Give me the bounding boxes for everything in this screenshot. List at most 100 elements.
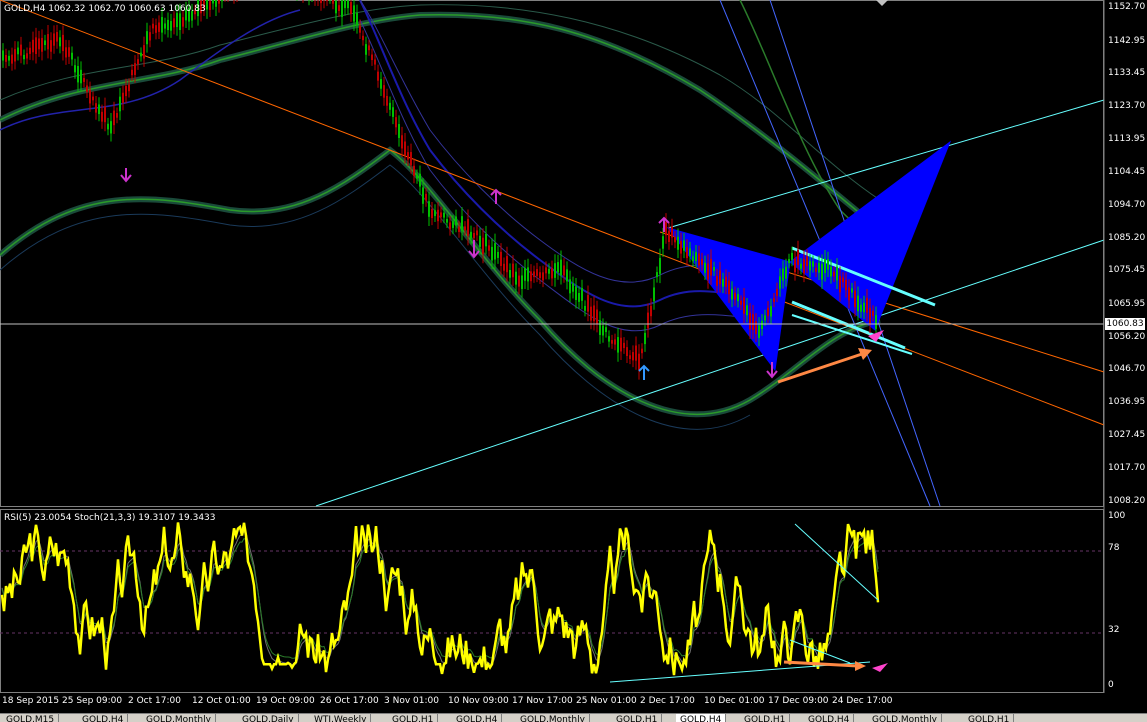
candle-body (71, 53, 73, 60)
candle-body (8, 56, 10, 61)
time-tick: 2 Dec 17:00 (640, 696, 695, 706)
candle-body (776, 289, 778, 296)
candle-body (125, 86, 127, 96)
candle-body (863, 303, 865, 312)
candle-body (410, 152, 412, 165)
price-tick: 1142.95 (1108, 36, 1145, 46)
candle-body (779, 276, 781, 288)
candle-body (722, 279, 724, 286)
candle-body (404, 142, 406, 156)
candle-body (11, 55, 13, 64)
wedge-line-lower[interactable] (792, 315, 912, 354)
candle-body (635, 346, 637, 361)
orange-trendline-1[interactable] (0, 0, 1104, 425)
candle-body (677, 237, 679, 250)
indicator-tick: 0 (1108, 680, 1114, 690)
candle-body (137, 59, 139, 64)
candle-body (353, 5, 355, 21)
candle-body (83, 78, 85, 82)
candle-body (452, 221, 454, 228)
candle-body (728, 281, 730, 295)
price-tick: 1008.20 (1108, 496, 1145, 506)
candle-body (641, 349, 643, 354)
candle-body (119, 97, 121, 112)
candle-body (587, 295, 589, 312)
candle-body (53, 33, 55, 45)
candle-body (443, 213, 445, 218)
candle-body (74, 65, 76, 72)
candle-body (530, 271, 532, 281)
price-tick: 1133.45 (1108, 68, 1145, 78)
candle-body (632, 352, 634, 360)
candle-body (104, 107, 106, 122)
candle-body (854, 291, 856, 308)
candle-body (692, 256, 694, 261)
candle-body (377, 72, 379, 81)
candle-body (797, 250, 799, 265)
candle-body (629, 355, 631, 359)
candle-body (521, 275, 523, 289)
candle-body (209, 1, 211, 10)
current-price-badge: 1060.83 (1105, 318, 1145, 330)
candle-body (605, 327, 607, 332)
candle-body (518, 276, 520, 287)
price-tick: 1085.20 (1108, 233, 1145, 243)
candle-body (614, 339, 616, 344)
candle-body (866, 298, 868, 313)
indicator-label: RSI(5) 23.0054 Stoch(21,3,3) 19.3107 19.… (4, 513, 216, 523)
candle-body (86, 85, 88, 91)
candle-body (359, 26, 361, 33)
candle-body (875, 315, 877, 329)
candle-body (380, 79, 382, 89)
candle-body (602, 326, 604, 336)
candle-body (134, 63, 136, 75)
candle-body (713, 267, 715, 271)
candle-body (68, 47, 70, 57)
candle-body (446, 219, 448, 223)
candle-body (716, 276, 718, 286)
candle-body (149, 32, 151, 40)
candle-body (710, 259, 712, 275)
candle-body (671, 226, 673, 237)
candle-body (212, 0, 214, 3)
candle-body (803, 259, 805, 273)
price-tick: 1036.95 (1108, 397, 1145, 407)
candle-body (461, 216, 463, 231)
candle-body (383, 85, 385, 97)
indicator-tick: 32 (1108, 625, 1119, 635)
candle-body (338, 5, 340, 11)
scroll-indicator-icon[interactable] (876, 0, 888, 6)
time-tick: 25 Nov 01:00 (576, 696, 637, 706)
candle-body (845, 280, 847, 290)
candle-body (500, 252, 502, 266)
candle-body (647, 313, 649, 329)
chart-window[interactable]: GOLD,H4 1062.32 1062.70 1060.63 1060.83 … (0, 0, 1147, 721)
candle-body (416, 175, 418, 179)
candle-body (347, 0, 349, 8)
candle-body (746, 305, 748, 315)
candle-body (38, 38, 40, 49)
candle-body (59, 37, 61, 46)
candle-body (14, 49, 16, 61)
price-tick: 1123.70 (1108, 101, 1145, 111)
candle-body (611, 340, 613, 344)
candle-body (116, 113, 118, 118)
candle-body (551, 268, 553, 278)
candle-body (158, 22, 160, 31)
price-tick: 1017.70 (1108, 463, 1145, 473)
candle-body (725, 277, 727, 287)
candle-body (653, 287, 655, 301)
candle-body (95, 103, 97, 112)
candle-body (110, 121, 112, 133)
candle-body (35, 37, 37, 54)
time-tick: 26 Oct 17:00 (320, 696, 379, 706)
price-tick: 1152.70 (1108, 2, 1145, 12)
ohlc-values: 1062.32 1062.70 1060.63 1060.83 (48, 4, 205, 14)
candle-body (29, 48, 31, 54)
candle-body (425, 194, 427, 201)
candle-body (515, 272, 517, 285)
candle-body (575, 286, 577, 300)
candle-body (734, 293, 736, 300)
time-tick: 10 Dec 01:00 (704, 696, 765, 706)
price-chart[interactable] (0, 0, 1147, 721)
